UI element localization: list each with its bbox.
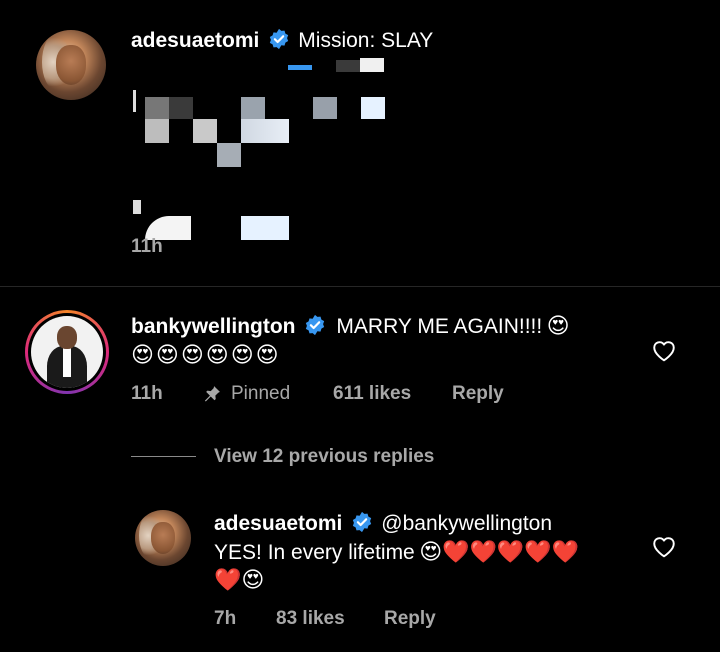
post-timestamp: 11h: [131, 236, 163, 257]
post-author-avatar[interactable]: [36, 30, 106, 100]
verified-icon: [352, 511, 372, 533]
reply-author-avatar[interactable]: [135, 510, 191, 566]
reply-reply-button[interactable]: Reply: [384, 608, 436, 630]
verified-icon: [269, 28, 289, 50]
comment-emoji-line-2: 😍😍😍😍😍😍: [131, 342, 281, 367]
comment-text: MARRY ME AGAIN!!!!: [336, 315, 543, 338]
post-author-username[interactable]: adesuaetomi: [131, 29, 259, 52]
reply-text: YES! In every lifetime: [214, 541, 415, 564]
reply-emojis-1: 😍❤️❤️❤️❤️❤️: [419, 539, 580, 564]
reply-line-2: YES! In every lifetime 😍❤️❤️❤️❤️❤️: [214, 540, 579, 565]
comment-emoji-1: 😍: [546, 313, 570, 338]
post-caption: Mission: SLAY: [298, 29, 434, 52]
reply-timestamp: 7h: [214, 608, 237, 629]
story-ring[interactable]: [25, 310, 109, 394]
commenter-username[interactable]: bankywellington: [131, 315, 296, 338]
reply-like-heart-icon[interactable]: [651, 534, 677, 558]
reply-mention-link[interactable]: @bankywellington: [381, 512, 552, 535]
comment-reply-button[interactable]: Reply: [452, 383, 504, 405]
reply-author-username[interactable]: adesuaetomi: [214, 512, 342, 535]
replies-divider-line: [131, 456, 196, 457]
comment-line-1: bankywellington MARRY ME AGAIN!!!! 😍: [131, 314, 570, 339]
avatar-face: [150, 522, 176, 554]
like-heart-icon[interactable]: [651, 338, 677, 362]
reply-emojis-2: ❤️😍: [214, 567, 265, 592]
post-header-line: adesuaetomi Mission: SLAY: [131, 28, 433, 53]
reply-line-1: adesuaetomi @bankywellington: [214, 511, 552, 536]
comment-likes[interactable]: 611 likes: [333, 383, 411, 405]
avatar-face: [55, 45, 87, 85]
reply-likes[interactable]: 83 likes: [276, 608, 345, 630]
comment-timestamp: 11h: [131, 383, 163, 404]
commenter-avatar: [31, 316, 103, 388]
divider: [0, 286, 720, 287]
pinned-label: Pinned: [231, 383, 291, 404]
pin-icon: [204, 386, 220, 402]
view-previous-replies-button[interactable]: View 12 previous replies: [214, 446, 434, 468]
verified-icon: [305, 314, 325, 336]
